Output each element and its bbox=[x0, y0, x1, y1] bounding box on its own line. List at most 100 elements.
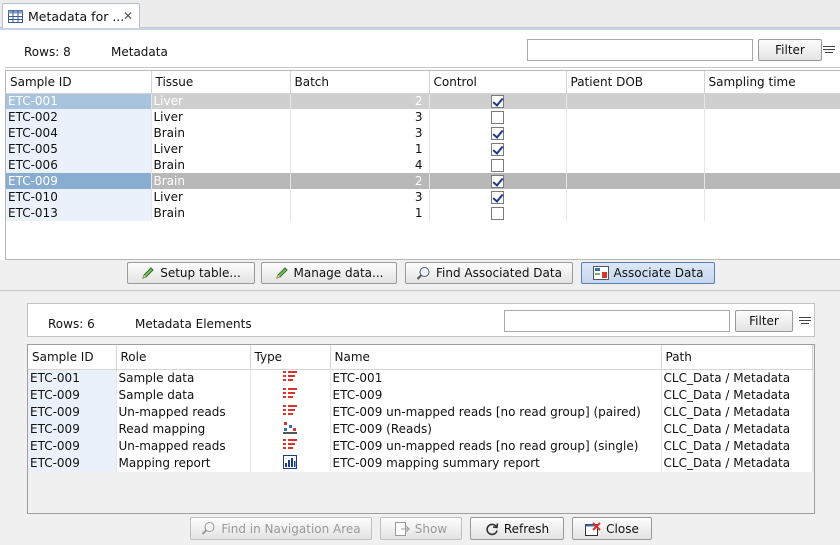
cell-batch: 3 bbox=[290, 189, 430, 205]
column-header-name[interactable]: Name bbox=[330, 345, 662, 370]
cell-sampling-time bbox=[704, 157, 840, 173]
cell-control bbox=[429, 125, 567, 141]
filter-button-label: Filter bbox=[775, 43, 805, 57]
table-row[interactable]: ETC-009 Un-mapped reads ETC-009 un-mapped … bbox=[28, 403, 813, 421]
cell-sample-id: ETC-002 bbox=[6, 109, 152, 125]
table-row[interactable]: ETC-002 Liver 3 bbox=[6, 109, 840, 125]
cell-batch: 3 bbox=[290, 125, 430, 141]
column-header-sampling-time[interactable]: Sampling time bbox=[704, 71, 840, 94]
manage-data-label: Manage data... bbox=[293, 266, 384, 280]
table-row[interactable]: ETC-009 Sample data ETC-009 CLC_Data / Meta… bbox=[28, 386, 813, 404]
column-menu-icon[interactable] bbox=[799, 315, 811, 326]
control-checkbox[interactable] bbox=[491, 191, 504, 204]
filter-button-label: Filter bbox=[749, 314, 779, 328]
manage-data-button[interactable]: Manage data... bbox=[261, 262, 397, 284]
rows-count: Rows: 8 bbox=[24, 45, 71, 59]
sequence-list-icon bbox=[283, 387, 297, 398]
filter-button[interactable]: Filter bbox=[735, 310, 793, 332]
column-header-patient-dob[interactable]: Patient DOB bbox=[566, 71, 705, 94]
column-header-control[interactable]: Control bbox=[429, 71, 567, 94]
column-header-tissue[interactable]: Tissue bbox=[151, 71, 291, 94]
column-header-path[interactable]: Path bbox=[661, 345, 813, 370]
cell-sample-id: ETC-009 bbox=[28, 420, 117, 438]
pencil-icon bbox=[275, 267, 288, 279]
show-icon bbox=[394, 521, 410, 536]
cell-tissue: Liver bbox=[151, 189, 291, 205]
cell-sample-id: ETC-001 bbox=[28, 369, 117, 387]
cell-role: Un-mapped reads bbox=[116, 403, 251, 421]
filter-input[interactable] bbox=[504, 310, 730, 332]
filter-button[interactable]: Filter bbox=[758, 39, 822, 61]
control-checkbox[interactable] bbox=[491, 127, 504, 140]
find-nav-label: Find in Navigation Area bbox=[221, 521, 361, 536]
setup-table-button[interactable]: Setup table... bbox=[127, 262, 255, 284]
table-row[interactable]: ETC-001 Sample data ETC-001 CLC_Data / Meta… bbox=[28, 369, 813, 387]
refresh-icon bbox=[486, 522, 499, 535]
table-row[interactable]: ETC-010 Liver 3 bbox=[6, 189, 840, 205]
section-title: Metadata bbox=[111, 45, 168, 59]
cell-path: CLC_Data / Metadata bbox=[661, 420, 813, 438]
table-row[interactable]: ETC-009 Read mapping ETC-009 (Reads) CLC_Da… bbox=[28, 420, 813, 438]
find-in-navigation-area-button[interactable]: Find in Navigation Area bbox=[190, 517, 372, 540]
metadata-actions: Setup table... Manage data... Find Assoc… bbox=[0, 260, 840, 288]
cell-name: ETC-009 (Reads) bbox=[330, 420, 662, 438]
report-icon bbox=[283, 454, 297, 469]
control-checkbox[interactable] bbox=[491, 207, 504, 220]
cell-sampling-time bbox=[704, 189, 840, 205]
cell-patient-dob bbox=[566, 141, 705, 157]
show-label: Show bbox=[414, 521, 448, 536]
refresh-button[interactable]: Refresh bbox=[470, 517, 564, 540]
control-checkbox[interactable] bbox=[491, 143, 504, 156]
close-label: Close bbox=[606, 521, 639, 536]
tab-title: Metadata for ... bbox=[28, 9, 125, 24]
cell-name: ETC-009 un-mapped reads [no read group] … bbox=[330, 403, 662, 421]
cell-type bbox=[250, 369, 331, 387]
control-checkbox[interactable] bbox=[491, 111, 504, 124]
cell-batch: 1 bbox=[290, 205, 430, 221]
cell-batch: 3 bbox=[290, 109, 430, 125]
control-checkbox[interactable] bbox=[491, 95, 504, 109]
table-row[interactable]: ETC-001 Liver 2 bbox=[6, 93, 840, 109]
cell-patient-dob bbox=[566, 189, 705, 205]
cell-sample-id: ETC-009 bbox=[28, 403, 117, 421]
metadata-elements-header: Rows: 6 Metadata Elements Filter bbox=[27, 303, 815, 337]
show-button[interactable]: Show bbox=[380, 517, 462, 540]
cell-tissue: Brain bbox=[151, 205, 291, 221]
close-button[interactable]: Close bbox=[572, 517, 652, 540]
close-icon[interactable]: ✕ bbox=[123, 9, 133, 23]
table-row[interactable]: ETC-005 Liver 1 bbox=[6, 141, 840, 157]
filter-input[interactable] bbox=[527, 39, 753, 61]
column-header-role[interactable]: Role bbox=[116, 345, 251, 370]
cell-name: ETC-001 bbox=[330, 369, 662, 387]
cell-patient-dob bbox=[566, 157, 705, 173]
cell-tissue: Brain bbox=[151, 173, 291, 189]
column-header-sample-id[interactable]: Sample ID bbox=[28, 345, 117, 370]
column-menu-icon[interactable] bbox=[823, 44, 835, 55]
table-row[interactable]: ETC-009 Mapping report ETC-009 mapping sum… bbox=[28, 454, 813, 472]
setup-table-label: Setup table... bbox=[160, 266, 241, 280]
metadata-elements-table: Sample ID Role Type Name Path ETC-001 Sam… bbox=[27, 344, 815, 514]
control-checkbox[interactable] bbox=[491, 159, 504, 172]
control-checkbox[interactable] bbox=[491, 175, 504, 188]
metadata-table-header: Rows: 8 Metadata Filter bbox=[5, 34, 840, 68]
tab-metadata[interactable]: Metadata for ... ✕ bbox=[2, 3, 140, 29]
rows-count: Rows: 6 bbox=[48, 317, 95, 331]
table-row[interactable]: ETC-009 Brain 2 bbox=[6, 173, 840, 189]
cell-sample-id: ETC-013 bbox=[6, 205, 152, 221]
cell-control bbox=[429, 93, 567, 109]
cell-tissue: Brain bbox=[151, 125, 291, 141]
associate-data-button[interactable]: Associate Data bbox=[581, 262, 715, 284]
cell-type bbox=[250, 403, 331, 421]
table-row[interactable]: ETC-013 Brain 1 bbox=[6, 205, 840, 221]
column-header-sample-id[interactable]: Sample ID bbox=[6, 71, 152, 94]
column-header-batch[interactable]: Batch bbox=[290, 71, 430, 94]
cell-sample-id: ETC-009 bbox=[28, 386, 117, 404]
sequence-list-icon bbox=[283, 438, 297, 449]
find-associated-data-button[interactable]: Find Associated Data bbox=[405, 262, 573, 284]
table-row[interactable]: ETC-006 Brain 4 bbox=[6, 157, 840, 173]
cell-patient-dob bbox=[566, 125, 705, 141]
column-header-type[interactable]: Type bbox=[250, 345, 331, 370]
table-row[interactable]: ETC-004 Brain 3 bbox=[6, 125, 840, 141]
table-row[interactable]: ETC-009 Un-mapped reads ETC-009 un-mapped … bbox=[28, 437, 813, 455]
magnifier-icon bbox=[416, 266, 430, 280]
